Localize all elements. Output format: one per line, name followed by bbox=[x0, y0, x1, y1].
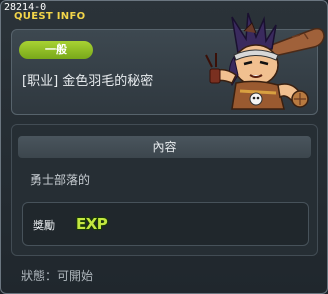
svg-text:EXP: EXP bbox=[76, 215, 108, 233]
quest-status: 狀態：可開始 bbox=[21, 269, 94, 283]
content-description: 勇士部落的 bbox=[30, 173, 91, 187]
content-header: 內容 bbox=[18, 136, 311, 158]
reward-box: 獎勵 EXP bbox=[22, 202, 309, 246]
quest-name: [职业] 金色羽毛的秘密 bbox=[22, 74, 154, 89]
content-panel: 內容 勇士部落的 獎勵 EXP bbox=[11, 124, 318, 256]
quest-info-window: 28214-0 QUEST INFO 一般 [职业] 金色羽毛的秘密 內容 勇士… bbox=[0, 0, 328, 294]
window-title: QUEST INFO bbox=[14, 11, 86, 22]
npc-character-illustration bbox=[205, 12, 325, 110]
exp-icon: EXP bbox=[75, 214, 109, 234]
reward-label: 獎勵 bbox=[33, 219, 55, 232]
category-badge: 一般 bbox=[19, 41, 93, 59]
